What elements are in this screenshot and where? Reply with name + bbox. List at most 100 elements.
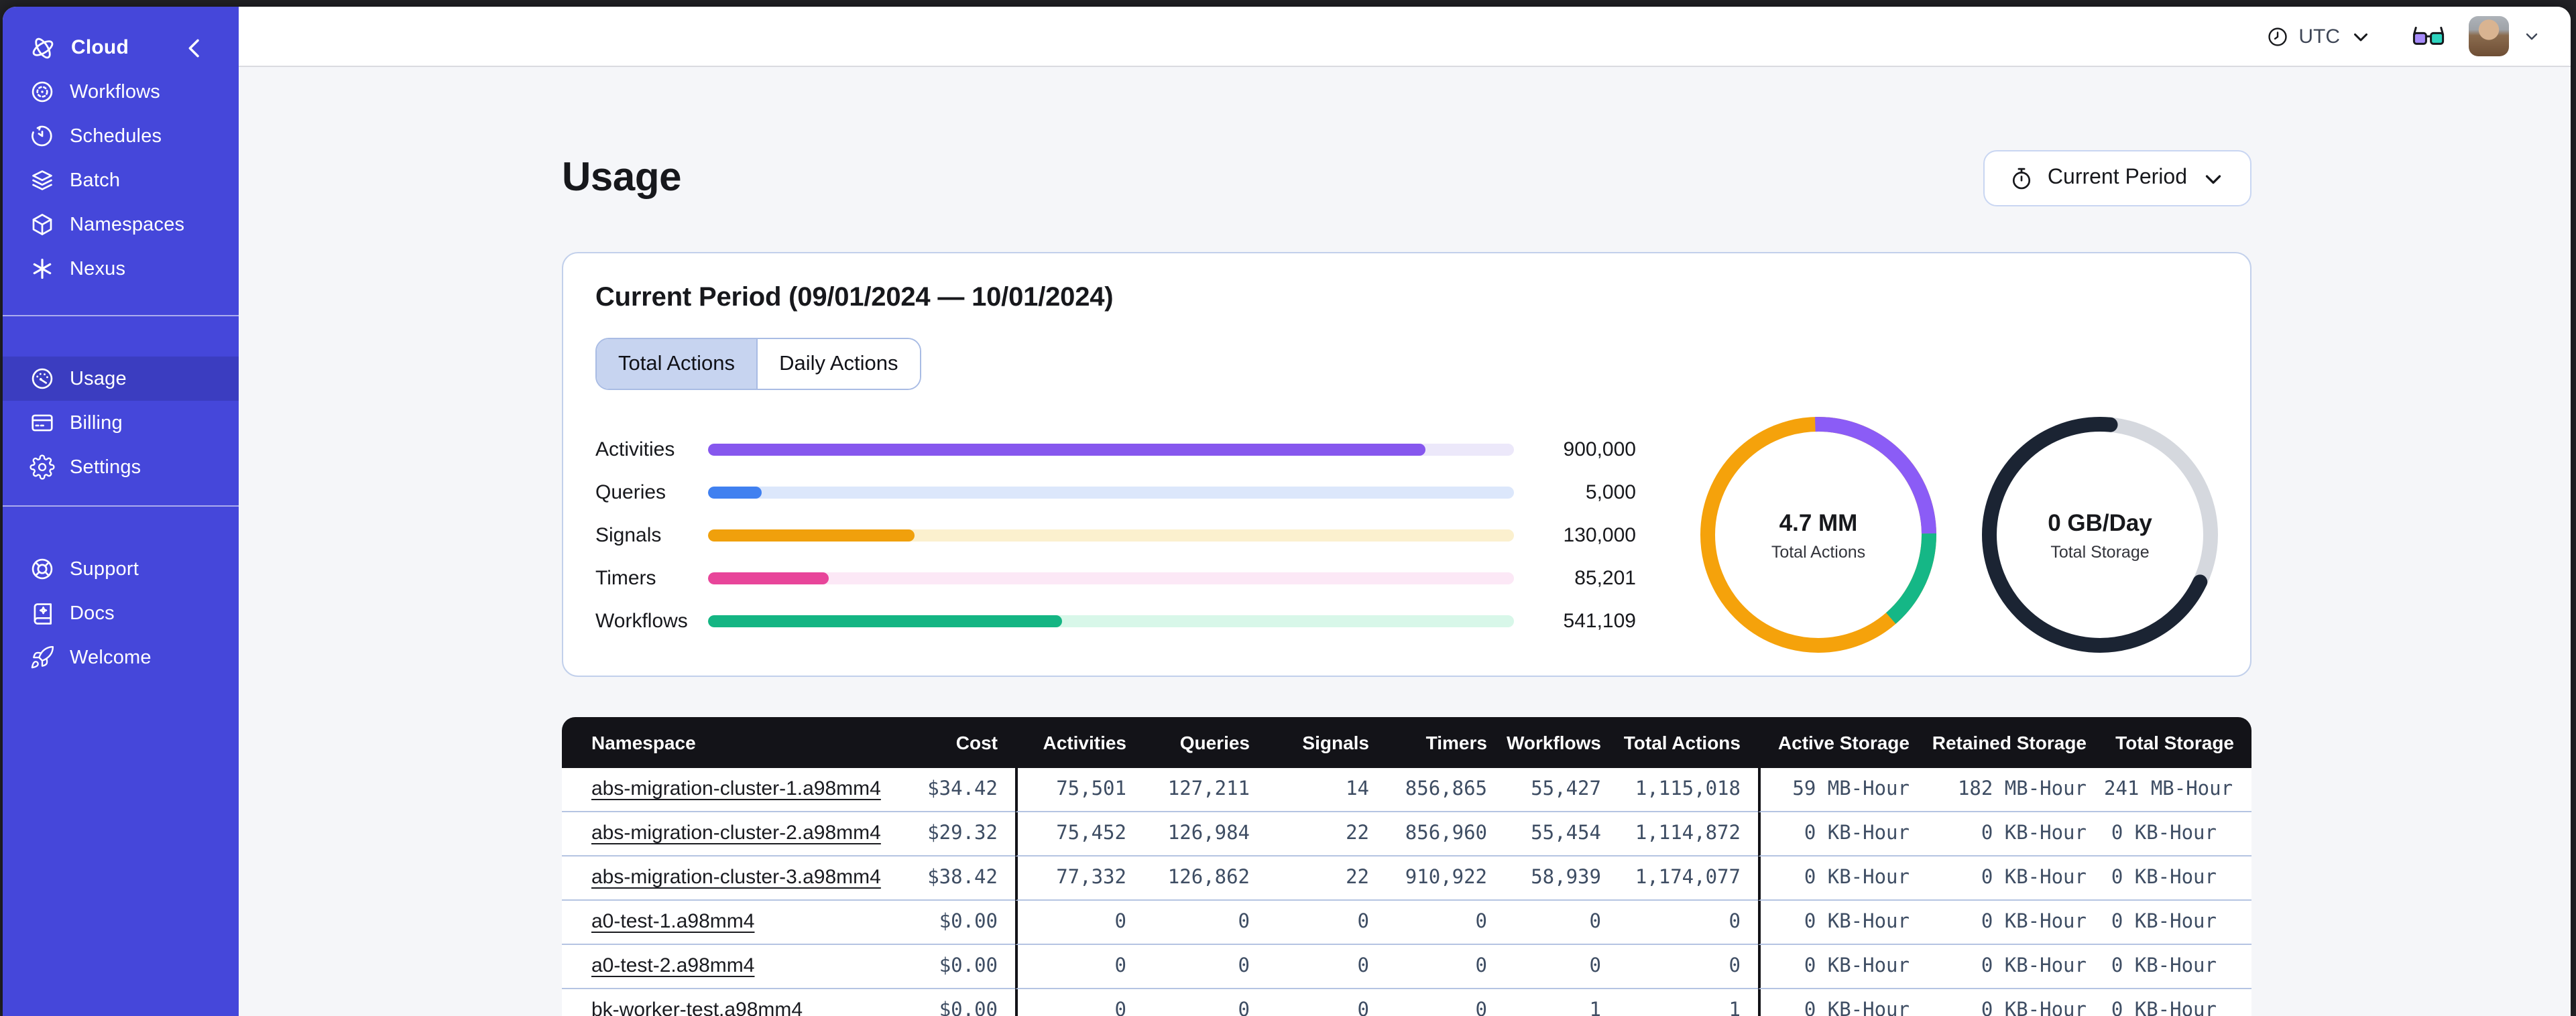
bar-label: Signals: [595, 523, 662, 546]
sidebar-item-label: Billing: [70, 412, 123, 434]
namespace-link[interactable]: abs-migration-cluster-3.a98mm4: [591, 866, 881, 889]
donut-total-storage: 0 GB/Day Total Storage: [1982, 417, 2218, 653]
retained-storage-cell: 0 KB-Hour: [1927, 989, 2104, 1016]
batch-icon: [30, 168, 55, 193]
column-header-activities: Activities: [1015, 717, 1144, 768]
glasses-icon: [2412, 24, 2445, 48]
schedules-icon: [30, 123, 55, 149]
namespace-cell: abs-migration-cluster-3.a98mm4: [562, 856, 904, 901]
namespace-link[interactable]: a0-test-2.a98mm4: [591, 954, 754, 977]
workflows-cell: 0: [1505, 945, 1619, 989]
bar-row-timers: Timers 85,201: [595, 556, 1636, 599]
queries-cell: 126,984: [1144, 812, 1267, 856]
card-title: Current Period (09/01/2024 — 10/01/2024): [595, 283, 1114, 312]
namespace-cell: a0-test-1.a98mm4: [562, 901, 904, 945]
period-selector-button[interactable]: Current Period: [1983, 150, 2251, 206]
settings-icon: [30, 454, 55, 480]
active-storage-cell: 0 KB-Hour: [1758, 812, 1927, 856]
active-storage-cell: 0 KB-Hour: [1758, 945, 1927, 989]
total-storage-cell: 0 KB-Hour: [2104, 812, 2251, 856]
total-storage-cell: 241 MB-Hour: [2104, 768, 2251, 812]
labs-glasses-button[interactable]: [2412, 24, 2445, 48]
sidebar-item-settings[interactable]: Settings: [3, 445, 239, 489]
sidebar-item-docs[interactable]: Docs: [3, 591, 239, 635]
app-window: Cloud Workflows Schedules Batch Namespaces N…: [3, 7, 2571, 1016]
activities-cell: 77,332: [1015, 856, 1144, 901]
sidebar-header-label: Cloud: [71, 36, 129, 59]
topbar: UTC: [239, 7, 2571, 67]
sidebar-item-workflows[interactable]: Workflows: [3, 70, 239, 114]
signals-cell: 22: [1267, 856, 1387, 901]
sidebar-item-billing[interactable]: Billing: [3, 401, 239, 445]
table-row: a0-test-2.a98mm4 $0.00 0 0 0 0 0 0 0 KB-Hour 0 KB…: [562, 945, 2251, 989]
timezone-selector[interactable]: UTC: [2266, 25, 2372, 48]
namespace-link[interactable]: a0-test-1.a98mm4: [591, 910, 754, 933]
donut-value: 0 GB/Day: [2048, 509, 2152, 535]
tab-daily-actions[interactable]: Daily Actions: [756, 339, 920, 389]
namespace-usage-table: Namespace Cost Activities Queries Signals Tim…: [562, 717, 2251, 1016]
bar-label: Queries: [595, 481, 666, 503]
sidebar-item-support[interactable]: Support: [3, 547, 239, 591]
timers-cell: 0: [1387, 945, 1505, 989]
activities-cell: 0: [1015, 989, 1144, 1016]
signals-cell: 14: [1267, 768, 1387, 812]
donut-value: 4.7 MM: [1779, 509, 1858, 535]
sidebar-item-label: Support: [70, 558, 139, 580]
clock-icon: [2266, 25, 2289, 48]
bar-value: 85,201: [1574, 566, 1636, 589]
sidebar-item-label: Workflows: [70, 81, 161, 103]
avatar[interactable]: [2469, 16, 2509, 56]
sidebar-item-label: Settings: [70, 456, 141, 478]
donut-total-actions: 4.7 MM Total Actions: [1700, 417, 1936, 653]
sidebar-item-batch[interactable]: Batch: [3, 158, 239, 202]
table-header-row: Namespace Cost Activities Queries Signals Tim…: [562, 717, 2251, 768]
namespace-link[interactable]: bk-worker-test.a98mm4: [591, 999, 803, 1016]
retained-storage-cell: 182 MB-Hour: [1927, 768, 2104, 812]
summary-donuts: 4.7 MM Total Actions 0 GB/Day Total Storage: [1700, 417, 2218, 653]
cost-cell: $0.00: [904, 989, 1015, 1016]
namespace-link[interactable]: abs-migration-cluster-1.a98mm4: [591, 777, 881, 800]
column-header-timers: Timers: [1387, 717, 1505, 768]
sidebar-header[interactable]: Cloud: [3, 25, 239, 70]
column-header-workflows: Workflows: [1505, 717, 1619, 768]
total-actions-cell: 1: [1619, 989, 1758, 1016]
tab-total-actions[interactable]: Total Actions: [597, 339, 757, 389]
workflows-cell: 0: [1505, 901, 1619, 945]
temporal-logo-icon: [30, 34, 56, 61]
sidebar-item-welcome[interactable]: Welcome: [3, 635, 239, 680]
sidebar-item-schedules[interactable]: Schedules: [3, 114, 239, 158]
cost-cell: $29.32: [904, 812, 1015, 856]
sidebar-item-usage[interactable]: Usage: [3, 357, 239, 401]
docs-icon: [30, 600, 55, 626]
content: Usage Current Period Current Period (09/…: [239, 67, 2571, 1016]
namespace-cell: abs-migration-cluster-1.a98mm4: [562, 768, 904, 812]
sidebar-item-label: Nexus: [70, 258, 126, 279]
usage-summary-card: Current Period (09/01/2024 — 10/01/2024)…: [562, 252, 2251, 677]
timers-cell: 856,960: [1387, 812, 1505, 856]
activities-cell: 75,452: [1015, 812, 1144, 856]
chevron-down-icon: [2349, 25, 2372, 48]
total-storage-cell: 0 KB-Hour: [2104, 856, 2251, 901]
bar-fill: [708, 443, 1425, 455]
column-header-queries: Queries: [1144, 717, 1267, 768]
activities-cell: 75,501: [1015, 768, 1144, 812]
donut-label: Total Storage: [2050, 542, 2150, 561]
cost-cell: $38.42: [904, 856, 1015, 901]
stopwatch-icon: [2009, 166, 2034, 191]
namespace-link[interactable]: abs-migration-cluster-2.a98mm4: [591, 822, 881, 844]
account-menu-chevron-icon[interactable]: [2522, 27, 2541, 46]
nexus-icon: [30, 256, 55, 281]
sidebar-collapse-icon[interactable]: [181, 34, 208, 61]
donut-label: Total Actions: [1771, 542, 1866, 561]
sidebar-item-namespaces[interactable]: Namespaces: [3, 202, 239, 247]
active-storage-cell: 0 KB-Hour: [1758, 989, 1927, 1016]
bar-label: Workflows: [595, 609, 688, 632]
sidebar-item-nexus[interactable]: Nexus: [3, 247, 239, 291]
actions-tabs: Total Actions Daily Actions: [595, 338, 921, 390]
retained-storage-cell: 0 KB-Hour: [1927, 945, 2104, 989]
bar-value: 900,000: [1563, 438, 1636, 460]
bar-fill: [708, 529, 915, 541]
chevron-down-icon: [2201, 166, 2226, 191]
table-row: bk-worker-test.a98mm4 $0.00 0 0 0 0 1 1 0 KB-Hou…: [562, 989, 2251, 1016]
sidebar-nav: Workflows Schedules Batch Namespaces Nexus Us…: [3, 70, 239, 696]
